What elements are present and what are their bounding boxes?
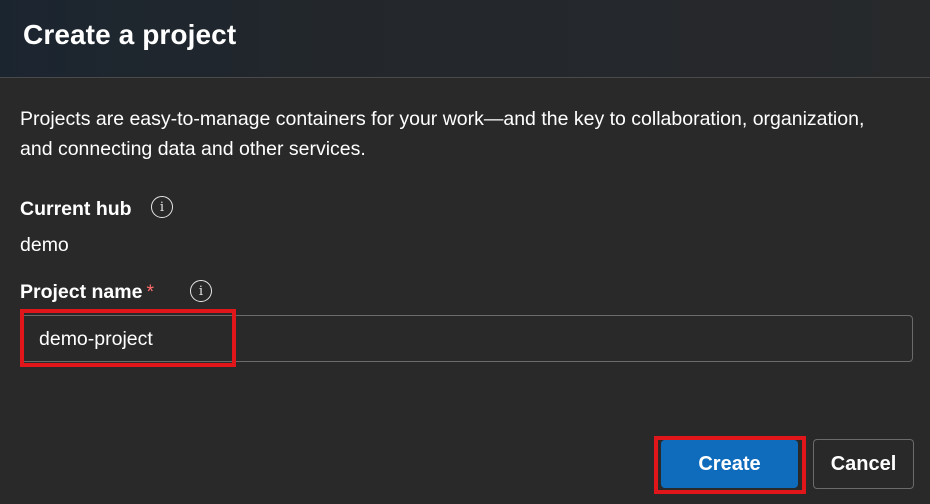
cancel-button[interactable]: Cancel xyxy=(813,439,914,489)
project-name-input[interactable]: demo-project xyxy=(20,315,913,362)
dialog-header: Create a project xyxy=(0,0,930,78)
info-icon[interactable]: i xyxy=(190,280,212,302)
project-name-label-text: Project name xyxy=(20,281,143,303)
project-name-input-value: demo-project xyxy=(39,328,153,350)
create-project-dialog: Create a project Projects are easy-to-ma… xyxy=(0,0,930,504)
current-hub-label: Current hub xyxy=(20,198,132,220)
create-button[interactable]: Create xyxy=(661,440,798,488)
info-icon[interactable]: i xyxy=(151,196,173,218)
current-hub-value: demo xyxy=(20,234,69,256)
required-marker: * xyxy=(146,281,155,303)
dialog-title: Create a project xyxy=(23,19,237,50)
project-name-label: Project name * xyxy=(20,281,154,304)
dialog-description: Projects are easy-to-manage containers f… xyxy=(20,108,865,160)
